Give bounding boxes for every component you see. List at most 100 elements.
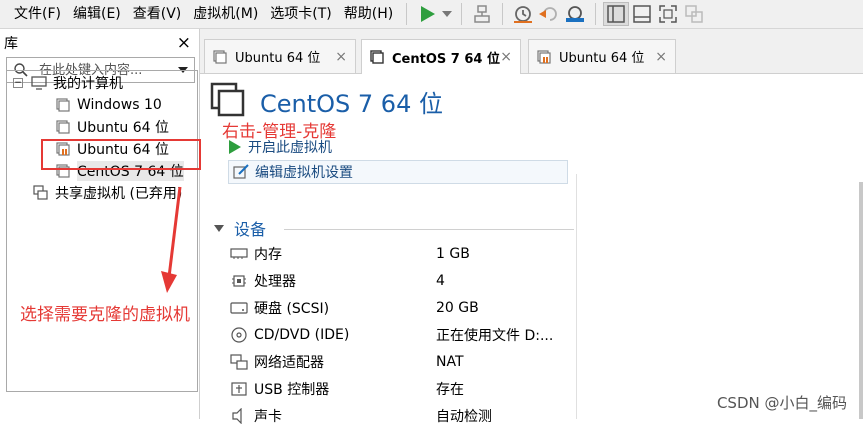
annotation-arrow <box>161 186 182 293</box>
vm-icon <box>370 50 384 64</box>
show-library-button[interactable] <box>603 2 630 26</box>
menu-file[interactable]: 文件(F) <box>8 3 67 25</box>
hdd-icon <box>230 300 248 316</box>
edit-settings-icon <box>233 164 249 179</box>
shared-vm-icon <box>33 185 49 201</box>
collapse-triangle-icon <box>214 224 224 232</box>
menu-list: 文件(F) 编辑(E) 查看(V) 虚拟机(M) 选项卡(T) 帮助(H) <box>8 3 399 25</box>
devices-header-label: 设备 <box>234 220 267 239</box>
library-header: 库 × <box>0 29 199 57</box>
device-name: 处理器 <box>254 274 296 290</box>
network-button[interactable] <box>469 2 495 26</box>
menu-tabs[interactable]: 选项卡(T) <box>264 3 337 25</box>
device-name: 硬盘 (SCSI) <box>254 301 330 317</box>
unity-icon <box>685 5 703 23</box>
column-divider <box>576 174 577 419</box>
device-name: 内存 <box>254 247 282 263</box>
annotation-bottom: 选择需要克隆的虚拟机 <box>20 305 190 325</box>
sound-icon <box>230 408 248 424</box>
annotation-highlight-box <box>41 139 201 170</box>
menubar: 文件(F) 编辑(E) 查看(V) 虚拟机(M) 选项卡(T) 帮助(H) <box>0 0 863 29</box>
snapshot-icon <box>514 6 533 23</box>
vm-icon <box>213 49 227 64</box>
menu-edit[interactable]: 编辑(E) <box>67 3 127 25</box>
device-row-hdd[interactable]: 硬盘 (SCSI) 20 GB <box>230 297 575 319</box>
device-value: 自动检测 <box>436 409 492 425</box>
library-view-icon <box>607 5 625 23</box>
snapshot-button[interactable] <box>510 2 536 26</box>
network-icon <box>474 5 490 23</box>
tree-root-label: 我的计算机 <box>53 76 123 92</box>
vm-title: CentOS 7 64 位 <box>260 90 443 118</box>
collapse-icon[interactable]: − <box>13 78 23 88</box>
cd-icon <box>230 327 248 343</box>
device-name: CD/DVD (IDE) <box>254 327 350 343</box>
chevron-down-icon <box>442 11 453 17</box>
device-value: 4 <box>436 273 445 289</box>
unity-button[interactable] <box>681 2 707 26</box>
play-icon <box>421 6 436 22</box>
device-row-usb[interactable]: USB 控制器 存在 <box>230 378 575 400</box>
device-value: 存在 <box>436 382 464 398</box>
toolbar-separator <box>595 3 597 25</box>
watermark: CSDN @小白_编码 <box>716 394 847 412</box>
revert-snapshot-button[interactable] <box>536 2 562 26</box>
tab-label: Ubuntu 64 位 <box>235 51 321 66</box>
annotation-top: 右击-管理-克隆 <box>222 122 337 142</box>
vertical-scrollbar[interactable] <box>859 182 863 419</box>
vm-icon <box>55 119 71 135</box>
menu-vm[interactable]: 虚拟机(M) <box>187 3 264 25</box>
network-icon <box>230 354 248 370</box>
device-row-sound[interactable]: 声卡 自动检测 <box>230 405 575 427</box>
fullscreen-button[interactable] <box>655 2 681 26</box>
device-value: 1 GB <box>436 246 470 262</box>
tab-close-button[interactable]: × <box>655 49 667 65</box>
revert-icon <box>539 7 558 21</box>
tree-vm-windows10[interactable]: Windows 10 <box>55 94 162 116</box>
power-on-button[interactable] <box>414 2 440 26</box>
tab-label: Ubuntu 64 位 <box>559 51 645 66</box>
device-name: USB 控制器 <box>254 382 330 398</box>
device-row-network[interactable]: 网络适配器 NAT <box>230 351 575 373</box>
thumbnail-icon <box>633 5 651 23</box>
device-name: 声卡 <box>254 409 282 425</box>
tab-ubuntu-2[interactable]: Ubuntu 64 位 × <box>528 39 676 73</box>
snapshot-manager-button[interactable] <box>562 2 588 26</box>
library-title: 库 <box>4 36 18 52</box>
toolbar-separator <box>502 3 504 25</box>
menu-help[interactable]: 帮助(H) <box>338 3 399 25</box>
device-row-cd-dvd[interactable]: CD/DVD (IDE) 正在使用文件 D:... <box>230 324 575 346</box>
tab-close-button[interactable]: × <box>335 49 347 65</box>
vm-running-icon <box>537 49 551 64</box>
tab-bar: Ubuntu 64 位 × CentOS 7 64 位 × Ubuntu 64 … <box>200 29 863 74</box>
tree-vm-label: Windows 10 <box>77 97 162 113</box>
tree-root-my-computer[interactable]: − 我的计算机 <box>13 72 123 94</box>
thumbnail-bar-button[interactable] <box>629 2 655 26</box>
tree-vm-ubuntu-1[interactable]: Ubuntu 64 位 <box>55 116 169 138</box>
tab-label: CentOS 7 64 位 <box>392 51 500 67</box>
library-close-button[interactable]: × <box>177 33 191 53</box>
fullscreen-icon <box>659 5 677 23</box>
menu-view[interactable]: 查看(V) <box>127 3 188 25</box>
edit-vm-settings-link[interactable]: 编辑虚拟机设置 <box>228 160 568 184</box>
cpu-icon <box>230 273 248 289</box>
tab-ubuntu-1[interactable]: Ubuntu 64 位 × <box>204 39 356 73</box>
play-icon <box>229 140 241 154</box>
memory-icon <box>230 246 248 262</box>
computer-icon <box>31 75 47 91</box>
edit-settings-label: 编辑虚拟机设置 <box>255 165 353 181</box>
devices-section-header[interactable]: 设备 <box>214 216 266 240</box>
device-value: 20 GB <box>436 300 479 316</box>
device-value: NAT <box>436 354 464 370</box>
tree-vm-label: Ubuntu 64 位 <box>77 120 169 136</box>
device-name: 网络适配器 <box>254 355 324 371</box>
device-row-memory[interactable]: 内存 1 GB <box>230 243 575 265</box>
section-divider <box>284 229 574 230</box>
vm-large-icon <box>210 82 245 117</box>
tab-close-button[interactable]: × <box>500 49 512 65</box>
toolbar-separator <box>461 3 463 25</box>
device-row-processor[interactable]: 处理器 4 <box>230 270 575 292</box>
tab-centos[interactable]: CentOS 7 64 位 × <box>361 39 521 74</box>
power-dropdown-button[interactable] <box>440 2 454 26</box>
snapshot-manager-icon <box>566 6 585 22</box>
